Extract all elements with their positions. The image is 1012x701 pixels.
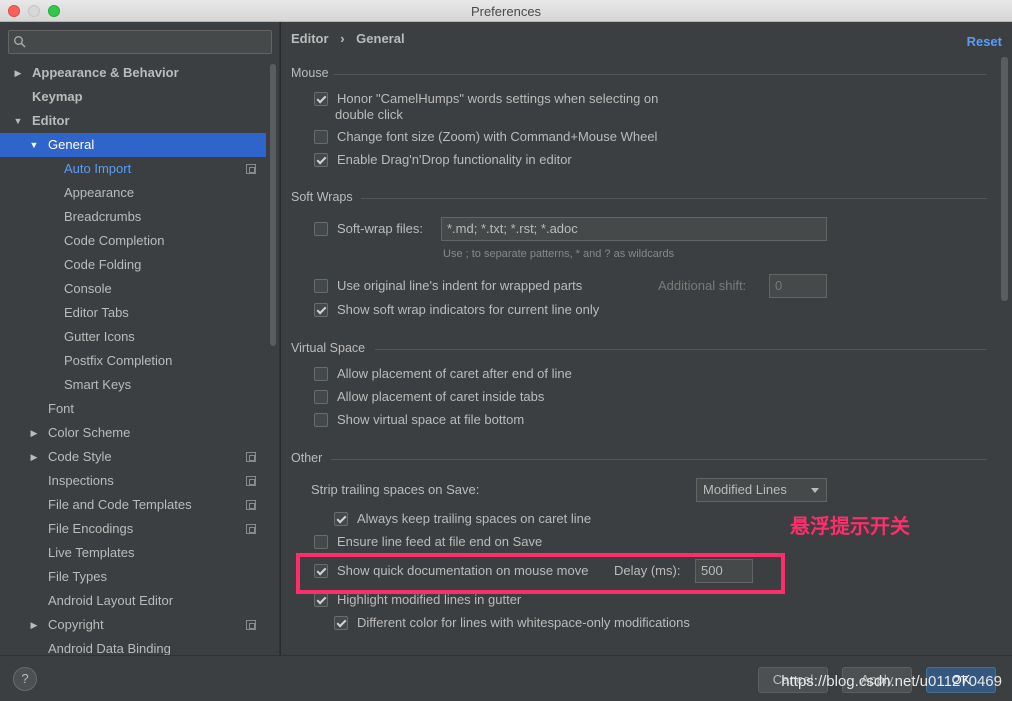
settings-sidebar: ▶ Appearance & Behavior Keymap ▼ Editor … bbox=[0, 22, 280, 655]
checkbox-keep-trailing[interactable] bbox=[334, 512, 348, 526]
chevron-right-icon[interactable]: ▶ bbox=[28, 445, 40, 469]
tree-item-appearance[interactable]: Appearance bbox=[0, 181, 266, 205]
tree-item-file-encodings[interactable]: File Encodings bbox=[0, 517, 266, 541]
section-title: Mouse bbox=[291, 66, 329, 80]
tree-item-android-layout-editor[interactable]: Android Layout Editor bbox=[0, 589, 266, 613]
checkbox-virtual-space-bottom[interactable] bbox=[314, 413, 328, 427]
section-soft-wraps: Soft Wraps bbox=[291, 190, 353, 204]
project-scope-icon bbox=[246, 452, 256, 462]
title-bar: Preferences bbox=[0, 0, 1012, 22]
tree-item-file-code-templates[interactable]: File and Code Templates bbox=[0, 493, 266, 517]
checkbox-original-indent[interactable] bbox=[314, 279, 328, 293]
checkbox-soft-wrap-indicators[interactable] bbox=[314, 303, 328, 317]
tree-item-auto-import[interactable]: Auto Import bbox=[0, 157, 266, 181]
breadcrumb-separator: › bbox=[340, 31, 345, 46]
settings-tree: ▶ Appearance & Behavior Keymap ▼ Editor … bbox=[0, 61, 266, 655]
checkbox-caret-inside-tabs[interactable] bbox=[314, 390, 328, 404]
breadcrumb: Editor › General bbox=[291, 31, 413, 46]
additional-shift-label: Additional shift: bbox=[658, 278, 747, 293]
window-title: Preferences bbox=[470, 4, 542, 19]
annotation-highlight-box bbox=[296, 553, 785, 594]
soft-wrap-files-hint: Use ; to separate patterns, * and ? as w… bbox=[443, 248, 675, 260]
checkbox-drag-drop[interactable] bbox=[314, 153, 328, 167]
project-scope-icon bbox=[246, 164, 256, 174]
project-scope-icon bbox=[246, 524, 256, 534]
annotation-label: 悬浮提示开关 bbox=[790, 514, 910, 538]
section-title: Virtual Space bbox=[291, 341, 366, 355]
tree-item-editor-tabs[interactable]: Editor Tabs bbox=[0, 301, 266, 325]
tree-item-font[interactable]: Font bbox=[0, 397, 266, 421]
tree-item-postfix-completion[interactable]: Postfix Completion bbox=[0, 349, 266, 373]
tree-item-live-templates[interactable]: Live Templates bbox=[0, 541, 266, 565]
sidebar-scrollbar[interactable] bbox=[270, 64, 276, 346]
tree-item-code-folding[interactable]: Code Folding bbox=[0, 253, 266, 277]
help-button[interactable]: ? bbox=[13, 667, 37, 691]
checkbox-different-color[interactable] bbox=[334, 616, 348, 630]
section-title: Soft Wraps bbox=[291, 190, 353, 204]
tree-item-smart-keys[interactable]: Smart Keys bbox=[0, 373, 266, 397]
chevron-right-icon[interactable]: ▶ bbox=[12, 61, 24, 85]
search-input[interactable] bbox=[8, 30, 272, 54]
tree-item-code-completion[interactable]: Code Completion bbox=[0, 229, 266, 253]
tree-item-appearance-behavior[interactable]: ▶ Appearance & Behavior bbox=[0, 61, 266, 85]
tree-item-color-scheme[interactable]: ▶ Color Scheme bbox=[0, 421, 266, 445]
dialog-footer: ? Cancel Apply OK https://blog.csdn.net/… bbox=[0, 655, 1012, 701]
tree-item-inspections[interactable]: Inspections bbox=[0, 469, 266, 493]
checkbox-ensure-line-feed[interactable] bbox=[314, 535, 328, 549]
section-title: Other bbox=[291, 451, 323, 465]
tree-item-breadcrumbs[interactable]: Breadcrumbs bbox=[0, 205, 266, 229]
chevron-right-icon[interactable]: ▶ bbox=[28, 421, 40, 445]
soft-wrap-files-input[interactable]: *.md; *.txt; *.rst; *.adoc bbox=[441, 217, 827, 241]
tree-item-code-style[interactable]: ▶ Code Style bbox=[0, 445, 266, 469]
strip-trailing-select[interactable]: Modified Lines bbox=[696, 478, 827, 502]
breadcrumb-current: General bbox=[356, 31, 405, 46]
section-virtual-space: Virtual Space bbox=[291, 341, 365, 355]
search-icon bbox=[14, 36, 26, 48]
project-scope-icon bbox=[246, 500, 256, 510]
tree-item-gutter-icons[interactable]: Gutter Icons bbox=[0, 325, 266, 349]
additional-shift-input[interactable]: 0 bbox=[769, 274, 827, 298]
breadcrumb-parent[interactable]: Editor bbox=[291, 31, 329, 46]
tree-item-console[interactable]: Console bbox=[0, 277, 266, 301]
chevron-down-icon[interactable]: ▼ bbox=[28, 133, 40, 157]
tree-item-editor[interactable]: ▼ Editor bbox=[0, 109, 266, 133]
tree-item-android-data-binding[interactable]: Android Data Binding bbox=[0, 637, 266, 655]
tree-item-copyright[interactable]: ▶ Copyright bbox=[0, 613, 266, 637]
checkbox-camel-humps[interactable] bbox=[314, 92, 328, 106]
tree-item-keymap[interactable]: Keymap bbox=[0, 85, 266, 109]
chevron-right-icon[interactable]: ▶ bbox=[28, 613, 40, 637]
strip-trailing-label: Strip trailing spaces on Save: bbox=[311, 482, 480, 497]
checkbox-caret-after-end[interactable] bbox=[314, 367, 328, 381]
checkbox-zoom-wheel[interactable] bbox=[314, 130, 328, 144]
watermark-text: https://blog.csdn.net/u011270469 bbox=[781, 673, 1002, 690]
chevron-down-icon[interactable]: ▼ bbox=[12, 109, 24, 133]
section-other: Other bbox=[291, 451, 322, 465]
reset-link[interactable]: Reset bbox=[967, 34, 1002, 49]
content-scrollbar[interactable] bbox=[1001, 57, 1008, 301]
project-scope-icon bbox=[246, 476, 256, 486]
option-camel-humps-continued: double click bbox=[335, 107, 403, 122]
project-scope-icon bbox=[246, 620, 256, 630]
section-mouse: Mouse bbox=[291, 66, 329, 80]
strip-trailing-value: Modified Lines bbox=[703, 482, 787, 497]
tree-item-general[interactable]: ▼ General bbox=[0, 133, 266, 157]
tree-item-file-types[interactable]: File Types bbox=[0, 565, 266, 589]
chevron-down-icon bbox=[811, 488, 819, 493]
checkbox-soft-wrap-files[interactable] bbox=[314, 222, 328, 236]
checkbox-highlight-modified[interactable] bbox=[314, 593, 328, 607]
